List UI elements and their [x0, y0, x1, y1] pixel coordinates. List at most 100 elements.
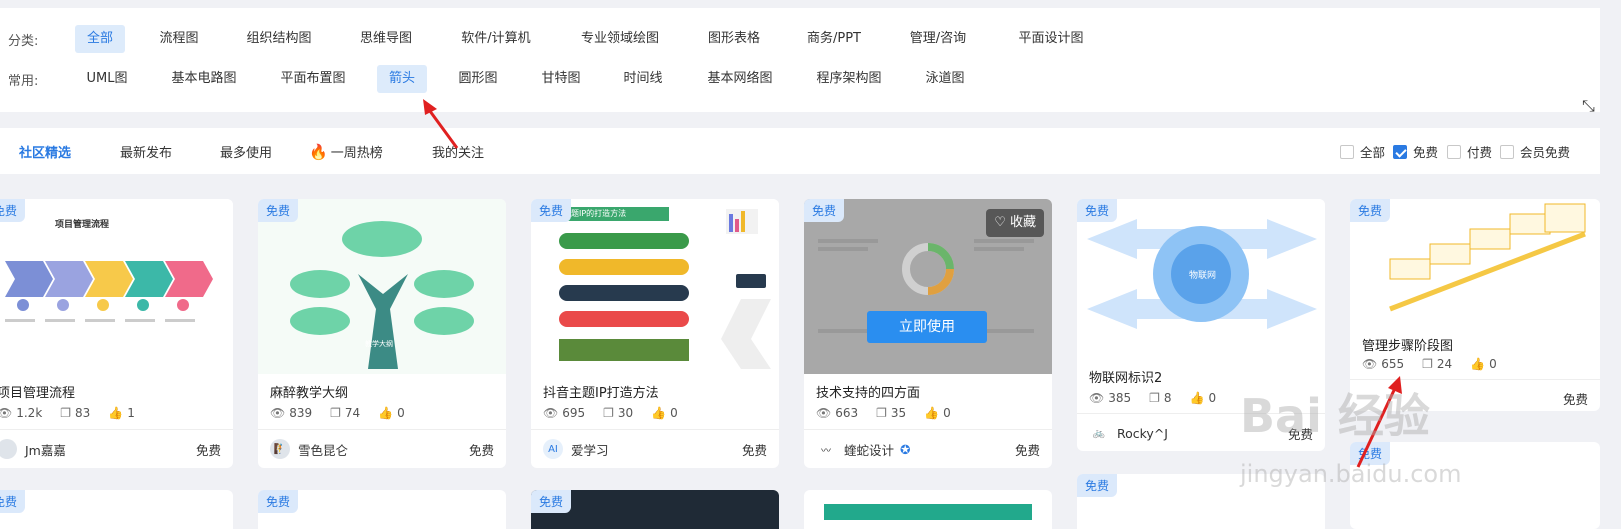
category-chip-graphic[interactable]: 平面设计图 [1006, 25, 1095, 53]
card-title: 物联网标识2 [1089, 371, 1163, 386]
free-badge: 免费 [1077, 199, 1118, 222]
category-chip-all[interactable]: 全部 [74, 25, 126, 53]
card-stats: 👁 655 ❐ 24 👍 0 [1362, 357, 1515, 371]
free-badge: 免费 [531, 199, 572, 222]
category-chip-mindmap[interactable]: 思维导图 [348, 25, 424, 53]
eye-icon: 👁 [0, 406, 13, 420]
card-stats: 👁 663 ❐ 35 👍 0 [816, 406, 969, 420]
tab-latest[interactable]: 最新发布 [120, 142, 172, 161]
baidu-watermark: Bai 经验 [1240, 389, 1430, 443]
common-chip-uml[interactable]: UML图 [75, 65, 140, 93]
card-thumbnail: 主题IP的打造方法 [531, 199, 779, 374]
tab-most-used[interactable]: 最多使用 [220, 142, 272, 161]
category-chip-software[interactable]: 软件/计算机 [449, 25, 542, 53]
process-chevrons-graphic [5, 261, 213, 322]
template-card[interactable]: 免费 [0, 490, 233, 529]
free-badge: 免费 [0, 199, 26, 222]
copy-icon: ❐ [1422, 357, 1433, 371]
card-divider [0, 429, 233, 430]
common-chip-architecture[interactable]: 程序架构图 [804, 65, 893, 93]
thumbs-up-icon: 👍 [1189, 391, 1205, 405]
favorite-button[interactable]: ♡ 收藏 [986, 209, 1044, 237]
checkbox-checked-icon[interactable] [1393, 144, 1407, 159]
checkbox-icon[interactable] [1447, 144, 1461, 159]
category-chip-org[interactable]: 组织结构图 [234, 25, 323, 53]
thumbs-up-icon: 👍 [378, 406, 394, 420]
heart-icon: ♡ [994, 215, 1010, 230]
card-stats: 👁 695 ❐ 30 👍 0 [543, 406, 696, 420]
category-chip-ppt[interactable]: 商务/PPT [795, 25, 873, 53]
common-chip-circuit[interactable]: 基本电路图 [159, 65, 248, 93]
views-stat: 👁 695 [543, 406, 585, 420]
thumbs-up-icon: 👍 [924, 406, 940, 420]
price-filter-member-label: 会员免费 [1520, 145, 1571, 160]
views-stat: 👁 839 [270, 406, 312, 420]
template-card[interactable] [804, 490, 1052, 529]
category-chip-professional[interactable]: 专业领域绘图 [569, 25, 671, 53]
template-card[interactable]: 免费 [531, 490, 779, 529]
thumb-title: 教学大纲 [365, 340, 393, 348]
price-filter-member[interactable]: 会员免费 [1500, 142, 1570, 161]
common-chip-layout[interactable]: 平面布置图 [268, 65, 357, 93]
likes-stat: 👍 0 [651, 406, 678, 420]
author-name: 蝰蛇设计 [844, 442, 895, 458]
filter-panel: 分类: 全部 流程图 组织结构图 思维导图 软件/计算机 专业领域绘图 图形表格… [0, 8, 1600, 115]
expand-icon[interactable]: ⤡ [1582, 96, 1595, 116]
template-card[interactable]: 免费 ♡ 收藏 立即使用 技术支持的四方面 👁 663 ❐ 35 👍 0 〰蝰蛇设计 ✪… [804, 199, 1052, 468]
card-author[interactable]: Jm嘉嘉 [0, 439, 66, 459]
views-count: 663 [835, 406, 859, 420]
price-filter-paid-label: 付费 [1467, 145, 1493, 160]
common-chip-gantt[interactable]: 甘特图 [529, 65, 592, 93]
category-chip-flowchart[interactable]: 流程图 [147, 25, 210, 53]
checkbox-icon[interactable] [1340, 144, 1354, 159]
common-chip-timeline[interactable]: 时间线 [611, 65, 674, 93]
category-label: 分类: [8, 33, 39, 49]
price-filter-all-label: 全部 [1360, 145, 1386, 160]
eye-icon: 👁 [1362, 357, 1378, 371]
free-badge: 免费 [258, 490, 299, 513]
category-chip-management[interactable]: 管理/咨询 [898, 25, 978, 53]
card-author[interactable]: AI 爱学习 [543, 439, 609, 459]
tab-weekly-hot[interactable]: 🔥 一周热榜 [309, 142, 383, 161]
template-card[interactable]: 教学大纲 免费 麻醉教学大纲 👁 839 ❐ 74 👍 0 🧗 雪色昆仑 免费 [258, 199, 506, 468]
card-title: 管理步骤阶段图 [1362, 339, 1454, 354]
free-badge: 免费 [804, 199, 845, 222]
baidu-watermark-url: jingyan.baidu.com [1240, 460, 1462, 488]
views-count: 695 [562, 406, 586, 420]
author-name: 雪色昆仑 [298, 442, 349, 458]
avatar: AI [543, 439, 563, 459]
card-author[interactable]: 🧗 雪色昆仑 [270, 439, 348, 459]
common-chip-network[interactable]: 基本网络图 [695, 65, 784, 93]
views-stat: 👁 1.2k [0, 406, 42, 420]
likes-count: 0 [1489, 357, 1497, 371]
card-price: 免费 [195, 443, 221, 458]
red-arrow-annotation [423, 99, 459, 149]
card-title: 项目管理流程 [0, 386, 76, 401]
free-badge: 免费 [1077, 474, 1118, 497]
use-now-button[interactable]: 立即使用 [867, 311, 987, 343]
tab-weekly-hot-label: 一周热榜 [330, 146, 383, 161]
template-card[interactable]: 免费 [258, 490, 506, 529]
template-card[interactable]: 主题IP的打造方法 免费 抖音主题IP打造方法 👁 695 ❐ 30 👍 0 AI 爱学… [531, 199, 779, 468]
card-author[interactable]: 〰蝰蛇设计 ✪ [816, 439, 911, 459]
likes-count: 0 [943, 406, 951, 420]
common-chip-arrow[interactable]: 箭头 [376, 65, 428, 93]
tab-community[interactable]: 社区精选 [19, 142, 71, 161]
common-label: 常用: [8, 73, 39, 89]
common-chip-swimlane[interactable]: 泳道图 [913, 65, 976, 93]
price-filter-paid[interactable]: 付费 [1447, 142, 1492, 161]
category-chip-table[interactable]: 图形表格 [696, 25, 772, 53]
author-name: 爱学习 [571, 442, 609, 458]
views-stat: 👁 655 [1362, 357, 1404, 371]
price-filter-free[interactable]: 免费 [1393, 142, 1438, 161]
copy-icon: ❐ [603, 406, 614, 420]
template-card[interactable]: 项目管理流程 免费 项目管理流程 👁1.2k ❐83 👍1 Jm嘉嘉 免费 [0, 199, 233, 468]
free-badge: 免费 [258, 199, 299, 222]
views-count: 655 [1381, 357, 1405, 371]
verified-icon: ✪ [900, 441, 911, 457]
favorite-label: 收藏 [1009, 215, 1036, 230]
checkbox-icon[interactable] [1500, 144, 1514, 159]
price-filter-all[interactable]: 全部 [1340, 142, 1385, 161]
card-author[interactable]: 🚲 Rocky^J [1089, 423, 1168, 443]
common-chip-circle[interactable]: 圆形图 [446, 65, 509, 93]
